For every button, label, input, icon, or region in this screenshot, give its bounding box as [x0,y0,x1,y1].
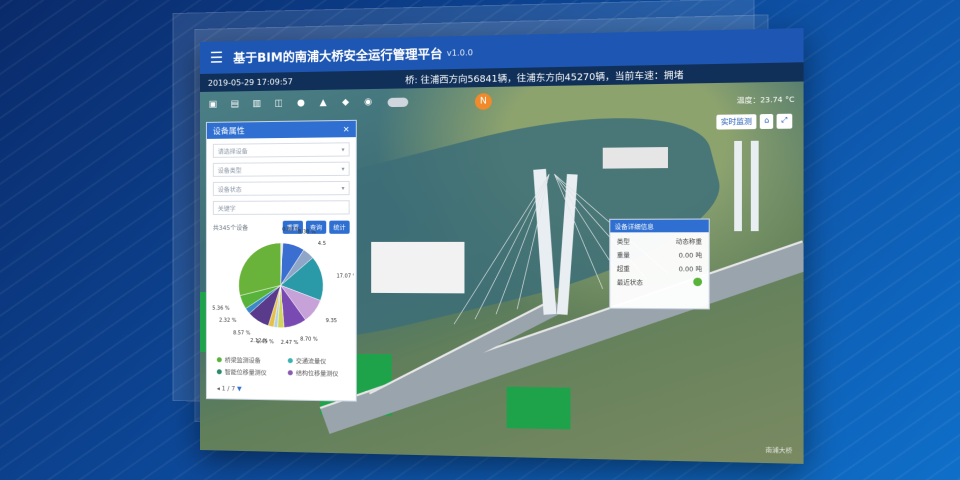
shield-icon[interactable]: ◆ [338,95,352,109]
legend-dot [287,370,293,376]
legend-dot [287,358,293,364]
popup-key: 超重 [616,265,630,274]
popup-row: 超重 0.00 吨 [610,260,708,274]
settings-icon[interactable]: ◉ [361,95,375,109]
popup-value: 动态称重 [675,238,703,246]
filter-device-label: 请选择设备 [217,147,248,156]
app-version: v1.0.0 [446,47,473,58]
legend-dot [216,369,222,375]
warning-icon[interactable]: ▲ [316,96,330,110]
popup-key: 重量 [616,252,630,260]
device-icon[interactable]: ▥ [250,97,264,111]
legend-item[interactable]: 桥梁监测设备 [216,355,280,365]
location-icon[interactable]: ● [294,96,308,110]
keyword-placeholder: 关键字 [217,205,236,213]
chevron-down-icon: ▾ [341,165,345,173]
next-page-icon[interactable]: ▼ [237,386,242,393]
legend-item[interactable]: 智能位移量测仪 [216,367,280,377]
device-pie-chart: 0.80 %8.38 %4.517.07 %9.358.70 %2.47 %1.… [212,227,354,346]
watermark: 南浦大桥 [765,447,793,456]
filter-status[interactable]: 设备状态 ▾ [212,180,350,196]
camera-icon[interactable]: ◫ [272,97,286,111]
device-info-popup: 设备详细信息 类型 动态称重 重量 0.00 吨 超重 0.00 吨 最近状态 [609,218,710,310]
pie-slice-label: 2.12 % [250,338,268,344]
legend-label: 桥梁监测设备 [224,357,261,365]
pie-slice-label: 17.07 % [337,274,354,280]
pie-slice-label: 2.32 % [219,317,237,323]
legend-label: 结构位移量测仪 [295,370,339,379]
popup-row: 类型 动态称重 [610,232,708,246]
datetime: 2019-05-29 17:09:57 [207,76,293,88]
legend-item[interactable]: 结构位移量测仪 [287,368,352,379]
chart-icon[interactable]: ▤ [228,97,242,111]
pie-slice-label: 4.5 [318,241,326,247]
legend-label: 智能位移量测仪 [224,369,267,377]
chevron-down-icon: ▾ [341,184,345,192]
pager-text: 1 / 7 [221,385,236,393]
pie-legend: 桥梁监测设备 交通流量仪 智能位移量测仪 结构位移量测仪 [216,355,352,381]
fullscreen-icon[interactable]: ⤢ [776,113,793,129]
popup-row: 最近状态 [610,273,708,287]
popup-key: 类型 [616,238,630,246]
keyword-input[interactable]: 关键字 [212,200,350,215]
filter-status-label: 设备状态 [217,186,242,194]
view-toggle[interactable] [387,97,409,107]
realtime-monitor-button[interactable]: 实时监测 [716,114,757,130]
menu-icon[interactable]: ☰ [210,48,223,66]
right-tools: 实时监测 ⌂ ⤢ [716,113,793,130]
close-icon[interactable]: ✕ [343,124,350,133]
pie-slice-label: 8.70 % [300,337,318,343]
device-panel: 设备属性 ✕ 请选择设备 ▾ 设备类型 ▾ 设备状态 ▾ 关键字 共345个设备 重置… [205,119,357,402]
status-dot [693,277,703,287]
panel-title: 设备属性 [212,125,245,136]
map-toolbar: ▣ ▤ ▥ ◫ ● ▲ ◆ ◉ [206,92,409,113]
filter-device[interactable]: 请选择设备 ▾ [212,142,350,158]
chevron-down-icon: ▾ [341,145,345,154]
legend-pager[interactable]: ◂ 1 / 7 ▼ [217,385,242,392]
pie-slice-label: 8.38 % [298,229,316,235]
legend-item[interactable]: 交通流量仪 [287,356,352,366]
popup-key: 最近状态 [616,279,643,287]
app-window: ☰ 基于BIM的南浦大桥安全运行管理平台 v1.0.0 2019-05-29 1… [200,28,804,464]
pie-slice-label: 9.35 [326,318,337,324]
legend-dot [216,357,222,363]
pie-slice-label: 8.57 % [233,330,251,336]
filter-type[interactable]: 设备类型 ▾ [212,161,350,177]
pie-slice-label: 5.36 % [212,306,230,312]
app-title: 基于BIM的南浦大桥安全运行管理平台 [233,46,443,65]
popup-value: 0.00 吨 [678,266,703,274]
filter-type-label: 设备类型 [217,167,242,175]
traffic-status: 桥: 往浦西方向56841辆，往浦东方向45270辆，当前车速：拥堵 [405,70,684,86]
popup-value: 0.00 吨 [678,252,703,260]
weather-readout: 温度：23.74 °C [736,95,795,105]
layer-icon[interactable]: ▣ [206,98,220,112]
panel-header: 设备属性 ✕ [206,120,356,139]
popup-title: 设备详细信息 [610,219,709,233]
home-icon[interactable]: ⌂ [759,113,774,130]
popup-row: 重量 0.00 吨 [610,246,708,260]
pie-slice-label: 2.47 % [281,340,299,346]
legend-label: 交通流量仪 [295,358,327,366]
